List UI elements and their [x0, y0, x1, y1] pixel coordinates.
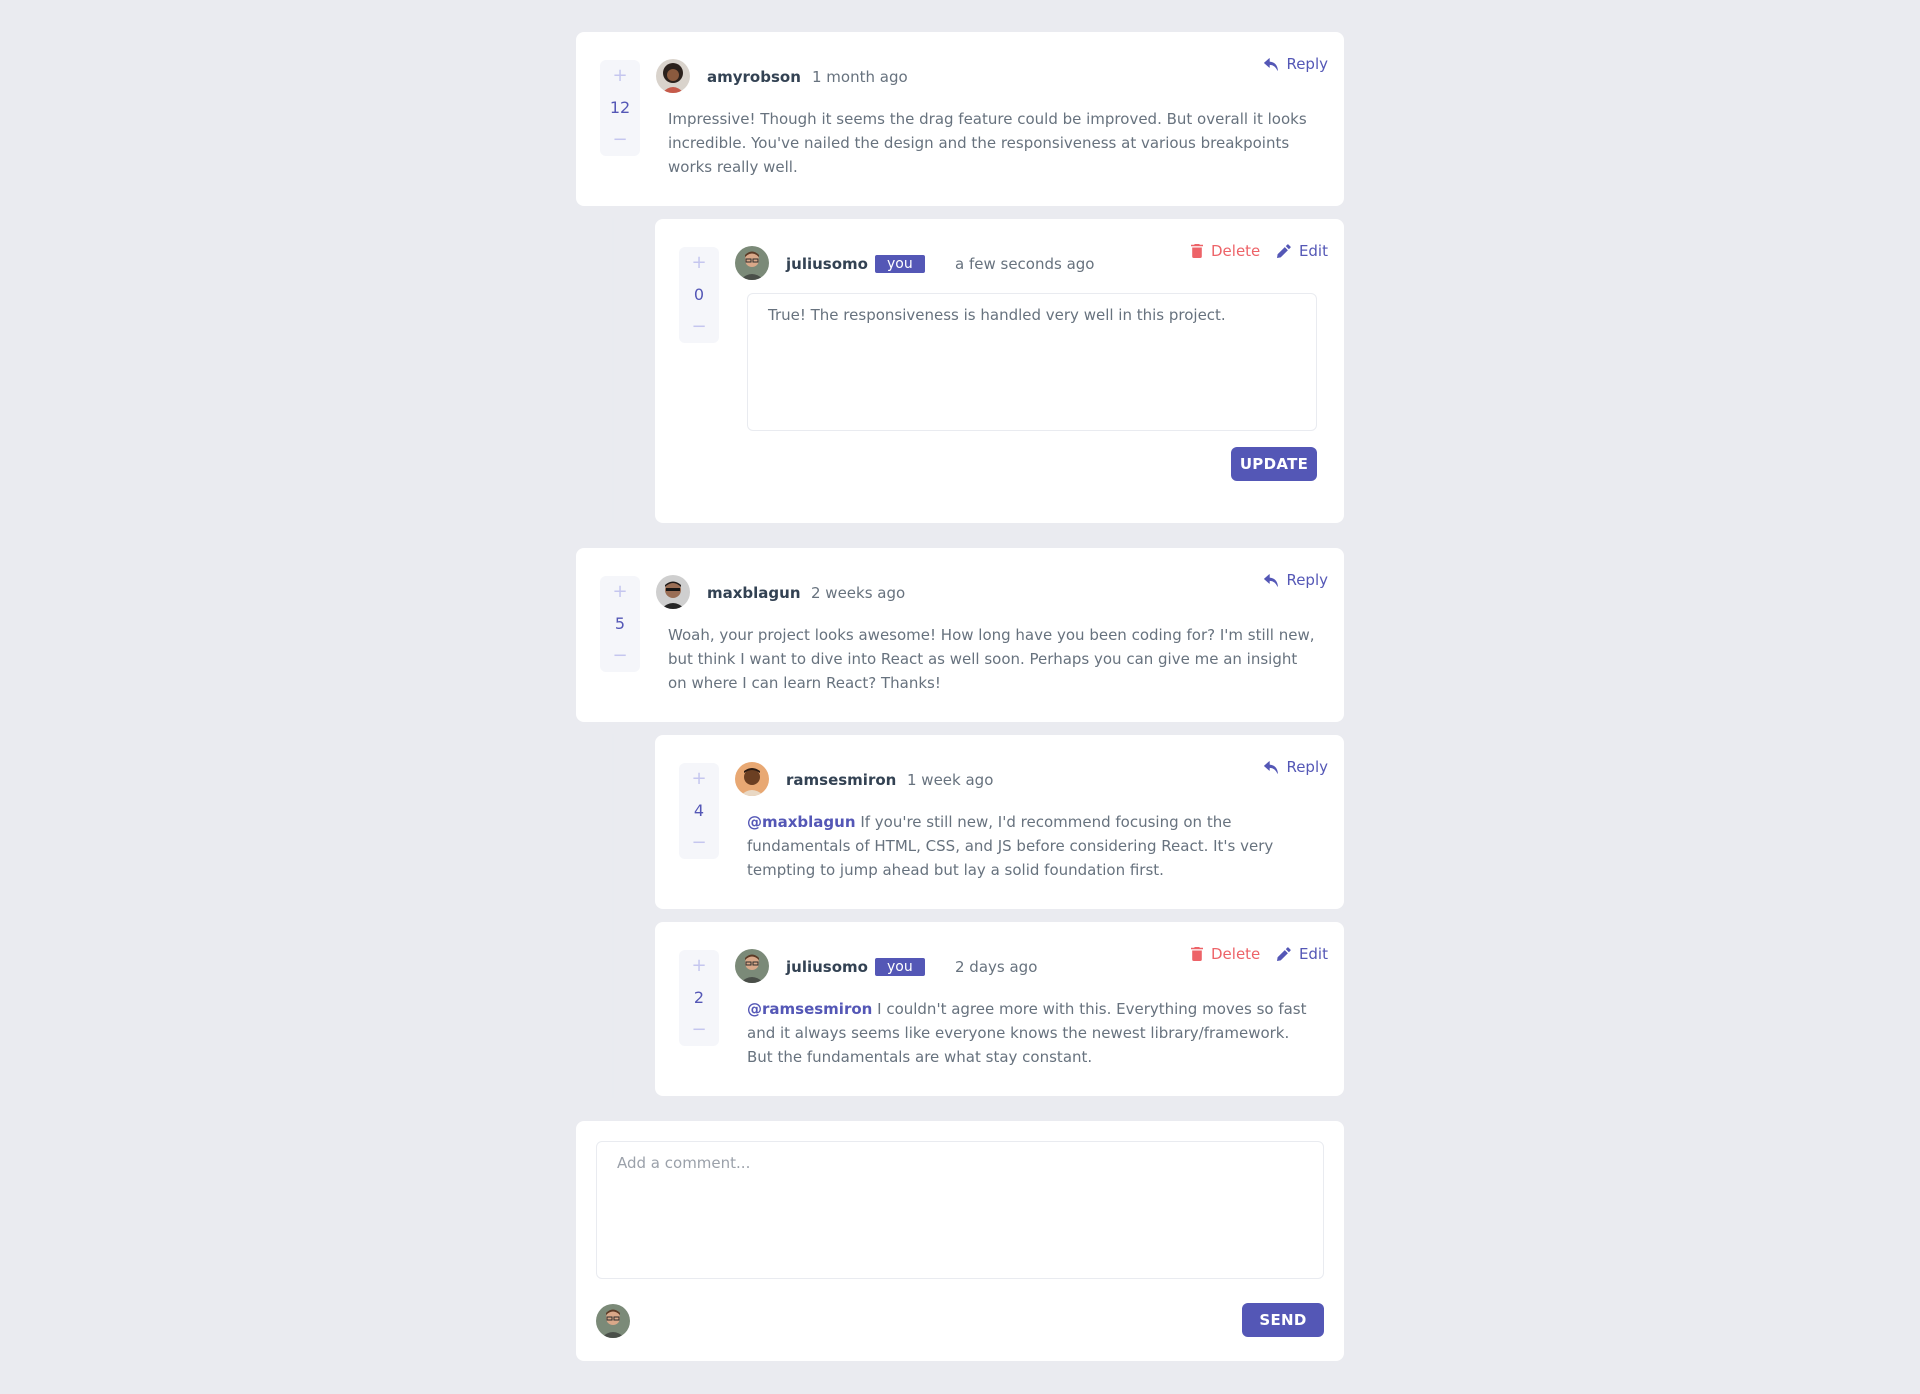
vote-score: 0	[693, 285, 705, 304]
add-comment-input[interactable]: Add a comment...	[596, 1141, 1324, 1279]
thread-line	[612, 734, 614, 1098]
reply-icon	[1264, 573, 1279, 587]
vote-control: + 2 −	[679, 950, 719, 1046]
add-comment-card: Add a comment... SEND	[576, 1121, 1344, 1361]
downvote-button[interactable]: −	[691, 317, 706, 337]
avatar	[596, 1304, 630, 1338]
mention-link[interactable]: @maxblagun	[747, 813, 856, 831]
vote-control: + 5 −	[600, 576, 640, 672]
avatar	[656, 59, 690, 93]
comment-text: Impressive! Though it seems the drag fea…	[668, 110, 1307, 176]
timestamp: a few seconds ago	[955, 255, 1095, 273]
vote-score: 5	[614, 614, 626, 633]
edit-button[interactable]: Edit	[1276, 944, 1328, 964]
vote-control: + 4 −	[679, 763, 719, 859]
you-badge: you	[875, 255, 925, 273]
reply-button[interactable]: Reply	[1264, 54, 1328, 74]
username[interactable]: ramsesmiron	[786, 770, 896, 790]
upvote-button[interactable]: +	[612, 582, 627, 602]
edit-button[interactable]: Edit	[1276, 241, 1328, 261]
timestamp: 1 week ago	[907, 771, 994, 789]
send-button[interactable]: SEND	[1242, 1303, 1324, 1337]
downvote-button[interactable]: −	[691, 833, 706, 853]
reply-label: Reply	[1286, 55, 1328, 73]
username[interactable]: maxblagun	[707, 583, 801, 603]
timestamp: 2 days ago	[955, 958, 1038, 976]
timestamp: 2 weeks ago	[811, 584, 906, 602]
reply-icon	[1264, 760, 1279, 774]
upvote-button[interactable]: +	[691, 956, 706, 976]
update-button[interactable]: UPDATE	[1231, 447, 1317, 481]
reply-icon	[1264, 57, 1279, 71]
comment-text: @ramsesmiron I couldn't agree more with …	[747, 997, 1317, 1069]
reply-card: + 0 − juliusomo you a few seconds ago De…	[655, 219, 1344, 523]
downvote-button[interactable]: −	[612, 646, 627, 666]
edit-label: Edit	[1298, 242, 1328, 260]
mention-link[interactable]: @ramsesmiron	[747, 1000, 872, 1018]
trash-icon	[1191, 244, 1203, 258]
comment-card: + 5 − maxblagun 2 weeks ago Reply Woah, …	[576, 548, 1344, 722]
reply-label: Reply	[1286, 571, 1328, 589]
username[interactable]: amyrobson	[707, 67, 801, 87]
username[interactable]: juliusomo	[786, 254, 868, 274]
timestamp: 1 month ago	[812, 68, 908, 86]
delete-label: Delete	[1211, 242, 1261, 260]
comment-text: @maxblagun If you're still new, I'd reco…	[747, 810, 1317, 882]
delete-label: Delete	[1211, 945, 1261, 963]
upvote-button[interactable]: +	[612, 66, 627, 86]
vote-control: + 12 −	[600, 60, 640, 156]
avatar	[735, 246, 769, 280]
delete-button[interactable]: Delete	[1191, 944, 1260, 964]
trash-icon	[1191, 947, 1203, 961]
avatar	[735, 762, 769, 796]
downvote-button[interactable]: −	[691, 1020, 706, 1040]
upvote-button[interactable]: +	[691, 769, 706, 789]
comment-card: + 12 − amyrobson 1 month ago Reply Impre…	[576, 32, 1344, 206]
vote-score: 2	[693, 988, 705, 1007]
edit-label: Edit	[1298, 945, 1328, 963]
pencil-icon	[1276, 244, 1291, 258]
vote-score: 12	[609, 98, 631, 117]
downvote-button[interactable]: −	[612, 130, 627, 150]
upvote-button[interactable]: +	[691, 253, 706, 273]
vote-control: + 0 −	[679, 247, 719, 343]
pencil-icon	[1276, 947, 1291, 961]
edit-comment-textarea[interactable]: True! The responsiveness is handled very…	[747, 293, 1317, 431]
reply-button[interactable]: Reply	[1264, 757, 1328, 777]
you-badge: you	[875, 958, 925, 976]
avatar	[735, 949, 769, 983]
avatar	[656, 575, 690, 609]
reply-card: + 2 − juliusomo you 2 days ago Delete Ed…	[655, 922, 1344, 1096]
comment-text: Woah, your project looks awesome! How lo…	[668, 626, 1315, 692]
delete-button[interactable]: Delete	[1191, 241, 1260, 261]
reply-card: + 4 − ramsesmiron 1 week ago Reply @maxb…	[655, 735, 1344, 909]
vote-score: 4	[693, 801, 705, 820]
reply-label: Reply	[1286, 758, 1328, 776]
reply-button[interactable]: Reply	[1264, 570, 1328, 590]
thread-line	[612, 218, 614, 522]
username[interactable]: juliusomo	[786, 957, 868, 977]
